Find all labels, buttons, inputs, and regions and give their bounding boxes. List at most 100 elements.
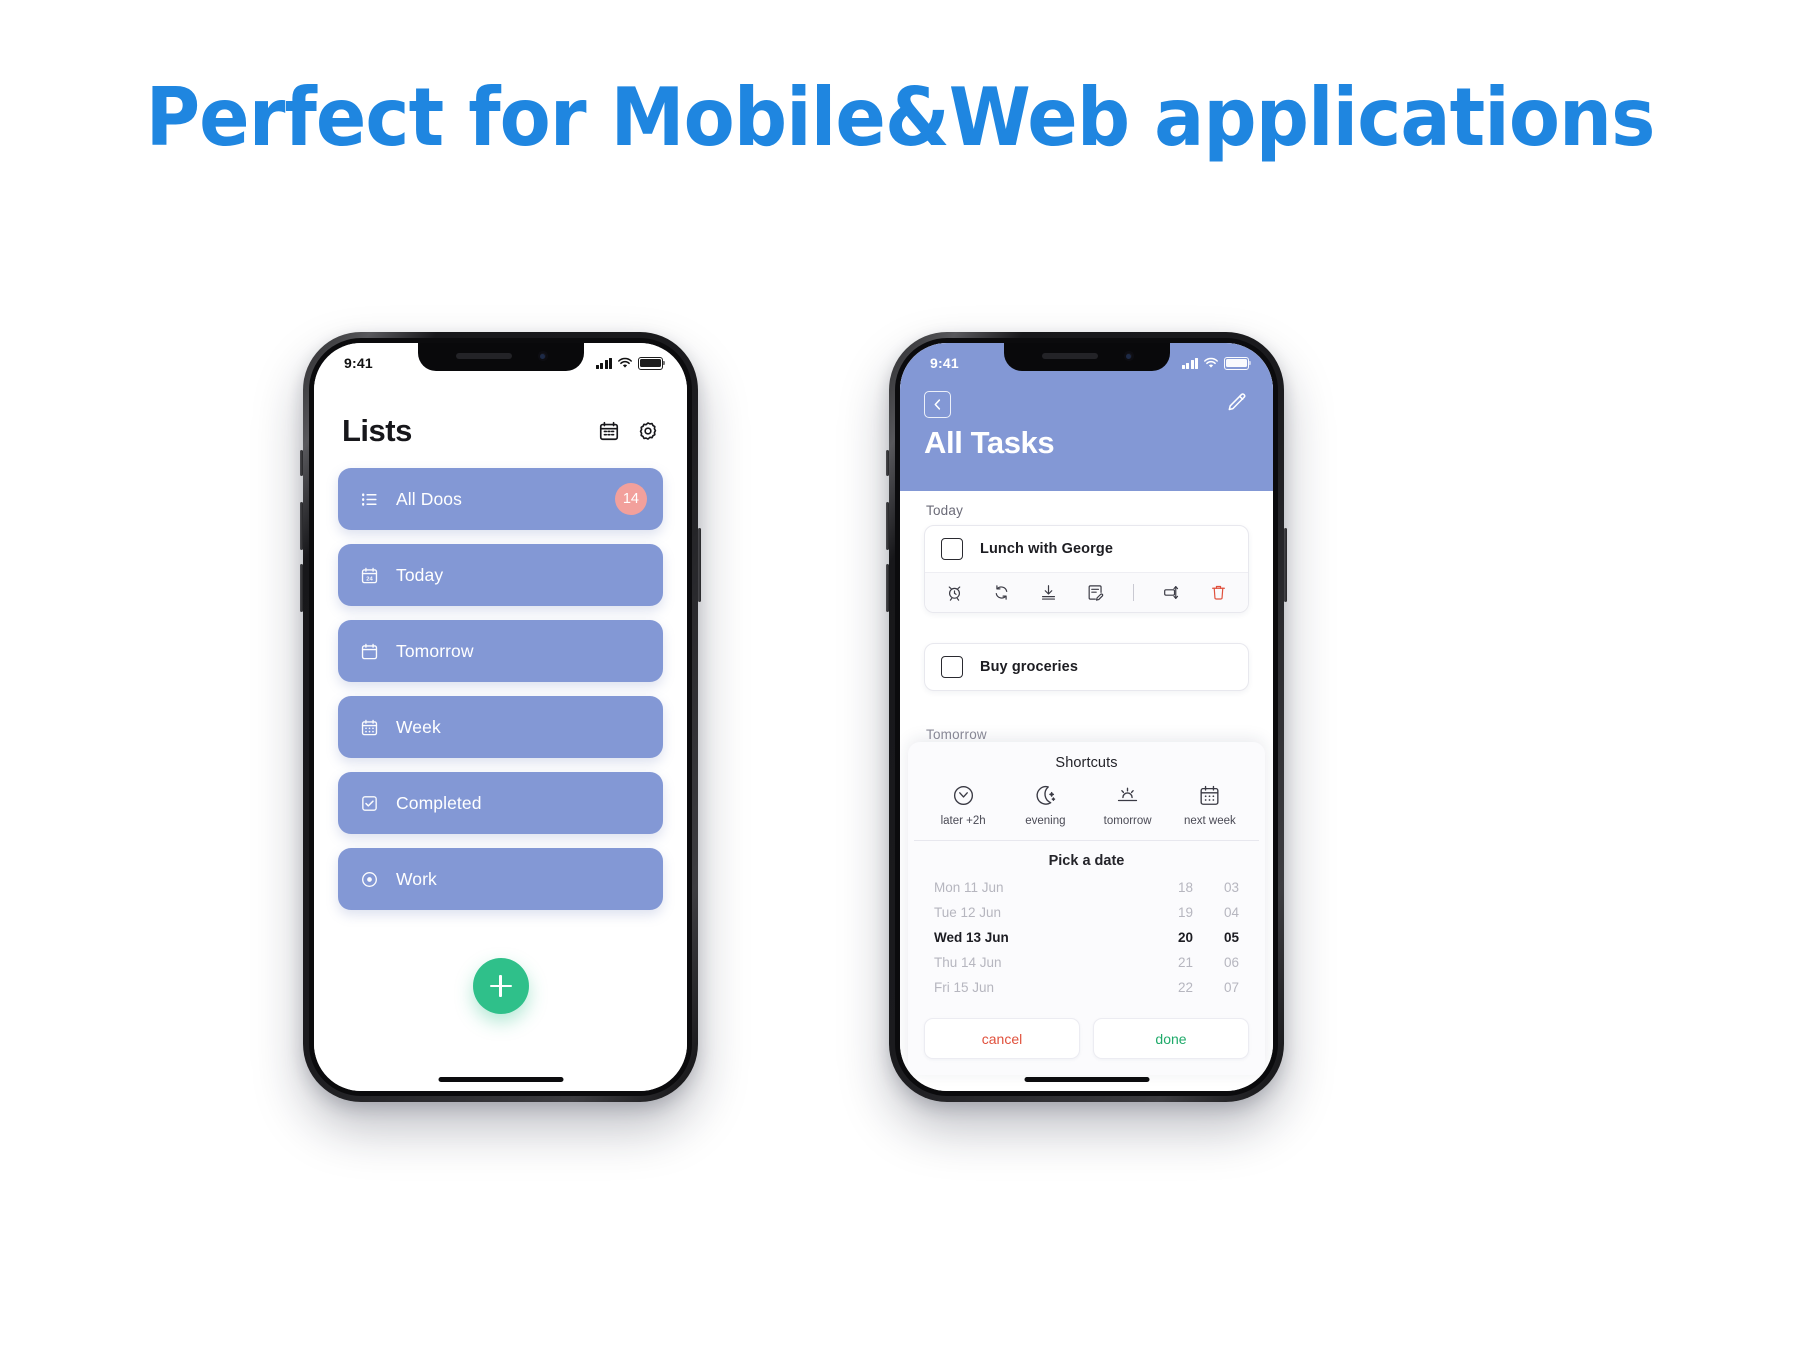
picker-day: Fri 15 Jun xyxy=(934,980,995,995)
sidebar-item-work[interactable]: Work xyxy=(338,848,663,910)
lists-title: Lists xyxy=(342,413,412,448)
power-button xyxy=(1284,528,1287,602)
picker-hour: 22 xyxy=(1177,980,1193,995)
picker-hour: 20 xyxy=(1177,930,1193,945)
task-card: Buy groceries xyxy=(924,643,1249,691)
picker-row[interactable]: Fri 15 Jun 22 07 xyxy=(934,975,1239,1000)
sidebar-item-completed[interactable]: Completed xyxy=(338,772,663,834)
section-label-today: Today xyxy=(926,503,964,518)
front-camera xyxy=(537,351,548,361)
radio-dot-icon xyxy=(356,870,382,889)
picker-day: Tue 12 Jun xyxy=(934,905,1002,920)
date-time-picker[interactable]: Mon 11 Jun 18 03 Tue 12 Jun 19 04 Wed 13… xyxy=(908,875,1265,1006)
picker-row[interactable]: Tue 12 Jun 19 04 xyxy=(934,900,1239,925)
svg-text:24: 24 xyxy=(366,576,373,582)
picker-minute: 04 xyxy=(1223,905,1239,920)
tasks-title: All Tasks xyxy=(924,425,1055,460)
earpiece-speaker xyxy=(455,353,512,359)
list-item-label: Today xyxy=(396,564,444,585)
picker-minute: 07 xyxy=(1223,980,1239,995)
task-label: Buy groceries xyxy=(980,659,1079,675)
phone-bezel: 9:41 All Tasks Today Lunch with George B… xyxy=(895,338,1278,1096)
repeat-icon[interactable] xyxy=(992,583,1011,602)
task-label: Lunch with George xyxy=(980,541,1114,557)
sunrise-icon xyxy=(1117,787,1138,802)
phone-mockup-tasks: 9:41 All Tasks Today Lunch with George B… xyxy=(886,332,1287,1102)
list-icon xyxy=(356,490,382,509)
section-label-tomorrow: Tomorrow xyxy=(926,727,987,742)
cellular-bars-icon xyxy=(1181,357,1198,369)
notch xyxy=(417,343,584,371)
battery-icon xyxy=(1224,356,1251,370)
picker-day: Wed 13 Jun xyxy=(934,930,1009,945)
download-icon[interactable] xyxy=(1039,583,1058,602)
task-checkbox[interactable] xyxy=(941,656,963,678)
lists-collection: All Doos 14 24 Today Tomorrow Week Compl… xyxy=(338,468,663,924)
task-checkbox[interactable] xyxy=(941,538,963,560)
edit-button[interactable] xyxy=(1223,389,1249,415)
volume-down-button xyxy=(886,564,889,612)
front-camera xyxy=(1123,351,1134,361)
list-item-label: Completed xyxy=(396,792,482,813)
page-title: Perfect for Mobile&Web applications xyxy=(145,71,1656,164)
alarm-icon[interactable] xyxy=(945,583,964,602)
task-action-bar xyxy=(925,572,1248,612)
sidebar-item-tomorrow[interactable]: Tomorrow xyxy=(338,620,663,682)
table-row[interactable]: Buy groceries xyxy=(925,644,1248,690)
phone-screen-lists: 9:41 Lists All Doos 14 24 Today Tomorrow… xyxy=(314,343,687,1091)
sheet-title: Shortcuts xyxy=(1055,755,1118,771)
back-button[interactable] xyxy=(924,391,951,418)
picker-hour: 21 xyxy=(1177,955,1193,970)
picker-row[interactable]: Thu 14 Jun 21 06 xyxy=(934,950,1239,975)
picker-minute: 06 xyxy=(1223,955,1239,970)
cancel-button[interactable]: cancel xyxy=(924,1018,1080,1059)
divider xyxy=(1133,584,1134,601)
wifi-icon xyxy=(1204,357,1218,368)
note-edit-icon[interactable] xyxy=(1086,583,1105,602)
notch xyxy=(1003,343,1170,371)
tasks-app: 9:41 All Tasks Today Lunch with George B… xyxy=(900,343,1273,1091)
home-indicator xyxy=(1024,1077,1149,1082)
shortcut-next-week[interactable]: next week xyxy=(1174,783,1246,827)
lists-header: Lists xyxy=(314,405,687,457)
picker-row-selected[interactable]: Wed 13 Jun 20 05 xyxy=(934,925,1239,950)
list-item-label: Work xyxy=(396,868,437,889)
shortcut-label: next week xyxy=(1183,815,1236,827)
sidebar-item-week[interactable]: Week xyxy=(338,696,663,758)
sidebar-item-all-doos[interactable]: All Doos 14 xyxy=(338,468,663,530)
pick-a-date-title: Pick a date xyxy=(1048,853,1125,869)
list-item-label: Tomorrow xyxy=(396,640,474,661)
clock-chevron-icon xyxy=(953,785,973,806)
mute-switch xyxy=(886,450,889,476)
volume-down-button xyxy=(300,564,303,612)
shortcut-tomorrow[interactable]: tomorrow xyxy=(1092,783,1164,827)
picker-hour: 19 xyxy=(1177,905,1193,920)
home-indicator xyxy=(438,1077,563,1082)
status-time: 9:41 xyxy=(344,355,373,371)
move-icon[interactable] xyxy=(1162,583,1181,602)
list-item-label: All Doos xyxy=(396,488,462,509)
shortcuts-row: later +2h evening tomorrow next week xyxy=(908,771,1265,840)
gear-icon[interactable] xyxy=(637,420,659,442)
calendar-icon[interactable] xyxy=(598,420,620,442)
wifi-icon xyxy=(618,357,632,368)
volume-up-button xyxy=(300,502,303,550)
status-badge: 14 xyxy=(614,483,647,515)
done-button[interactable]: done xyxy=(1093,1018,1249,1059)
picker-row[interactable]: Mon 11 Jun 18 03 xyxy=(934,875,1239,900)
list-item-label: Week xyxy=(396,716,441,737)
mute-switch xyxy=(300,450,303,476)
shortcut-later-2h[interactable]: later +2h xyxy=(927,783,999,827)
chevron-left-icon xyxy=(934,399,941,410)
shortcut-evening[interactable]: evening xyxy=(1009,783,1081,827)
sidebar-item-today[interactable]: 24 Today xyxy=(338,544,663,606)
trash-icon[interactable] xyxy=(1209,583,1228,602)
calendar-24-icon: 24 xyxy=(356,566,382,585)
add-list-button[interactable] xyxy=(472,958,529,1014)
earpiece-speaker xyxy=(1041,353,1098,359)
shortcut-label: later +2h xyxy=(940,815,986,827)
calendar-blank-icon xyxy=(356,642,382,661)
calendar-grid-icon xyxy=(356,718,382,737)
table-row[interactable]: Lunch with George xyxy=(925,526,1248,572)
battery-icon xyxy=(638,356,665,370)
